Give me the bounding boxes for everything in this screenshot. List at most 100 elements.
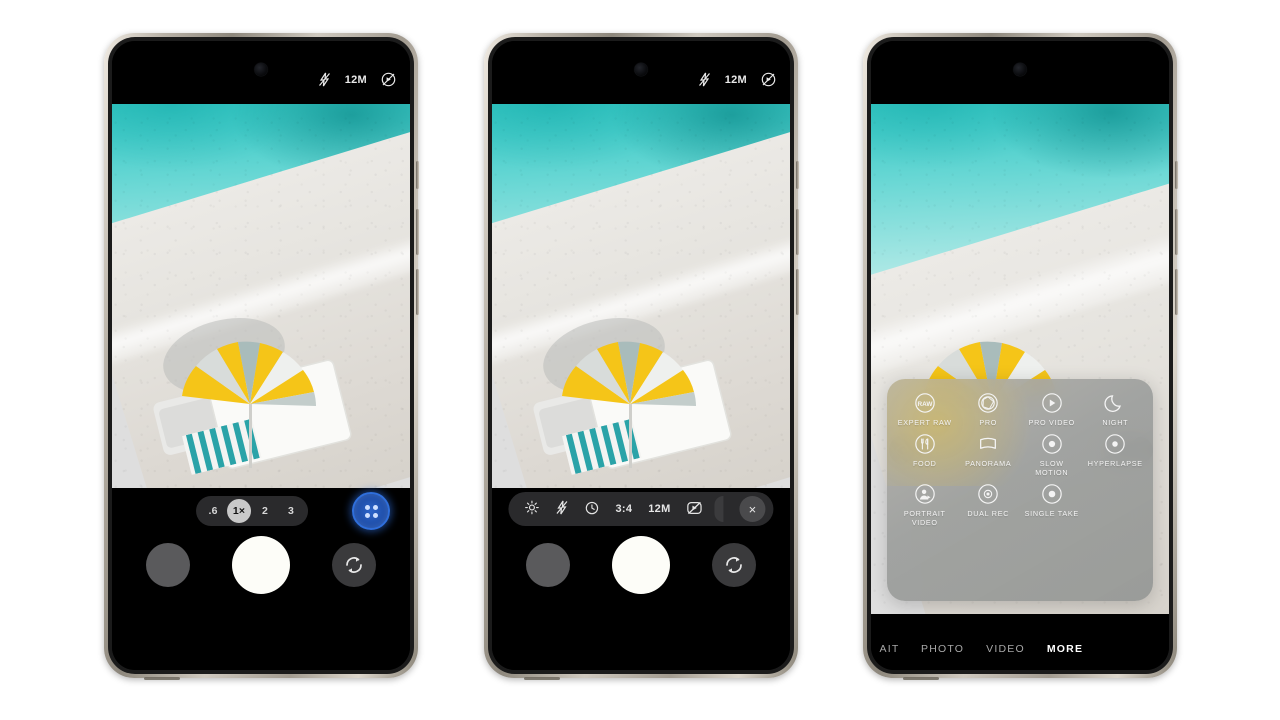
side-button-volume-up[interactable] (416, 209, 419, 255)
motion-photo-off-icon[interactable] (687, 500, 703, 519)
flash-off-icon[interactable] (318, 72, 331, 87)
zoom-step-2x[interactable]: 2 (253, 499, 277, 523)
food-icon (914, 433, 936, 455)
more-item-pro[interactable]: PRO (957, 392, 1021, 427)
panorama-icon (977, 433, 999, 455)
gallery-thumbnail[interactable] (526, 543, 570, 587)
shutter-button[interactable] (612, 536, 670, 594)
more-item-dual-rec[interactable]: DUAL REC (957, 483, 1021, 527)
gallery-thumbnail[interactable] (146, 543, 190, 587)
shutter-row (492, 532, 790, 598)
hyperlapse-icon (1104, 433, 1126, 455)
zoom-row: .6 1× 2 3 (112, 492, 410, 530)
portrait-video-icon (914, 483, 936, 505)
gear-icon[interactable] (524, 500, 539, 518)
speaker-vent (903, 677, 939, 680)
more-item-slow-motion[interactable]: SLOW MOTION (1020, 433, 1084, 477)
pro-video-icon (1041, 392, 1063, 414)
zoom-step-3x[interactable]: 3 (279, 499, 303, 523)
tab-more[interactable]: MORE (1047, 643, 1083, 655)
four-dots-icon (364, 504, 378, 518)
more-item-label: SLOW MOTION (1035, 459, 1069, 477)
phone-more-menu: Edit RAW EXPERT RAW (863, 33, 1178, 680)
camera-status-icons: 12M (318, 72, 396, 87)
aspect-ratio-label[interactable]: 3:4 (615, 503, 632, 515)
zoom-step-0-6[interactable]: .6 (201, 499, 225, 523)
svg-text:RAW: RAW (917, 401, 933, 408)
camera-controls: .6 1× 2 3 PORTR (112, 488, 410, 670)
phone-toolbar-expanded: 12M 3:4 12M × (484, 33, 799, 680)
more-item-expert-raw[interactable]: RAW EXPERT RAW (893, 392, 957, 427)
more-item-single-take[interactable]: SINGLE TAKE (1020, 483, 1084, 527)
expert-raw-icon: RAW (914, 392, 936, 414)
toolbar-overflow-indicator[interactable] (714, 496, 724, 522)
camera-status-icons: 12M (698, 72, 776, 87)
resolution-label[interactable]: 12M (725, 74, 747, 86)
screenshot-stage: 12M .6 1× 2 3 12M 3:4 12M × RAW EXPERT R… (0, 0, 1280, 720)
zoom-selector[interactable]: .6 1× 2 3 (196, 496, 309, 526)
more-item-label: PRO (979, 418, 998, 427)
camera-viewfinder[interactable]: Edit RAW EXPERT RAW (871, 104, 1169, 636)
slow-motion-icon (1041, 433, 1063, 455)
tab-video[interactable]: VIDEO (986, 643, 1025, 655)
side-button-power[interactable] (416, 161, 419, 189)
shutter-button[interactable] (232, 536, 290, 594)
flip-camera-button[interactable] (712, 543, 756, 587)
night-icon (1104, 392, 1126, 414)
beach-objects (153, 317, 352, 488)
motion-photo-off-icon[interactable] (761, 72, 776, 87)
side-button-volume-down[interactable] (796, 269, 799, 315)
tab-photo[interactable]: PHOTO (921, 643, 964, 655)
flip-camera-button[interactable] (332, 543, 376, 587)
timer-icon[interactable] (584, 500, 599, 518)
zoom-step-1x[interactable]: 1× (227, 499, 252, 523)
flip-camera-icon (346, 557, 362, 573)
more-item-empty-slot (1084, 483, 1148, 527)
dual-rec-icon (977, 483, 999, 505)
flash-off-icon[interactable] (555, 500, 568, 518)
tab-portrait[interactable]: PORTRAIT (879, 643, 899, 655)
more-item-pro-video[interactable]: PRO VIDEO (1020, 392, 1084, 427)
motion-photo-off-icon[interactable] (381, 72, 396, 87)
front-camera-punch-hole (1013, 63, 1027, 76)
more-item-food[interactable]: FOOD (893, 433, 957, 477)
camera-controls: PORTRAIT PHOTO VIDEO MORE (871, 614, 1169, 670)
side-button-power[interactable] (796, 161, 799, 189)
more-item-night[interactable]: NIGHT (1084, 392, 1148, 427)
single-take-icon (1041, 483, 1063, 505)
status-bar: 12M (112, 41, 410, 104)
more-item-label: PRO VIDEO (1028, 418, 1075, 427)
side-button-volume-down[interactable] (1175, 269, 1178, 315)
more-item-label: NIGHT (1102, 418, 1129, 427)
more-item-label: HYPERLAPSE (1087, 459, 1143, 468)
camera-viewfinder[interactable] (492, 104, 790, 488)
flip-camera-icon (726, 557, 742, 573)
camera-controls: 3:4 12M × PORTRAIT PH (492, 488, 790, 670)
more-item-label: PORTRAIT VIDEO (903, 509, 946, 527)
camera-viewfinder[interactable] (112, 104, 410, 488)
ai-assist-button[interactable] (352, 492, 390, 530)
resolution-label[interactable]: 12M (648, 503, 670, 515)
flash-off-icon[interactable] (698, 72, 711, 87)
mode-tabs: PORTRAIT PHOTO VIDEO MORE (871, 636, 1169, 662)
more-item-label: FOOD (912, 459, 937, 468)
phone-screen: Edit RAW EXPERT RAW (871, 41, 1169, 670)
resolution-label[interactable]: 12M (345, 74, 367, 86)
phone-screen: 12M (492, 41, 790, 670)
status-bar (871, 41, 1169, 104)
more-item-label: PANORAMA (965, 459, 1012, 468)
side-button-volume-down[interactable] (416, 269, 419, 315)
side-button-volume-up[interactable] (1175, 209, 1178, 255)
more-item-hyperlapse[interactable]: HYPERLAPSE (1084, 433, 1148, 477)
close-toolbar-button[interactable]: × (739, 496, 766, 522)
more-modes-grid: RAW EXPERT RAW PRO PRO VIDEO NIGHT FOOD … (887, 379, 1153, 527)
more-item-label: DUAL REC (967, 509, 1010, 518)
side-button-power[interactable] (1175, 161, 1178, 189)
phone-photo-mode: 12M .6 1× 2 3 (104, 33, 419, 680)
front-camera-punch-hole (634, 63, 648, 76)
side-button-volume-up[interactable] (796, 209, 799, 255)
phone-screen: 12M (112, 41, 410, 670)
more-item-portrait-video[interactable]: PORTRAIT VIDEO (893, 483, 957, 527)
more-item-label: EXPERT RAW (897, 418, 952, 427)
more-item-panorama[interactable]: PANORAMA (957, 433, 1021, 477)
